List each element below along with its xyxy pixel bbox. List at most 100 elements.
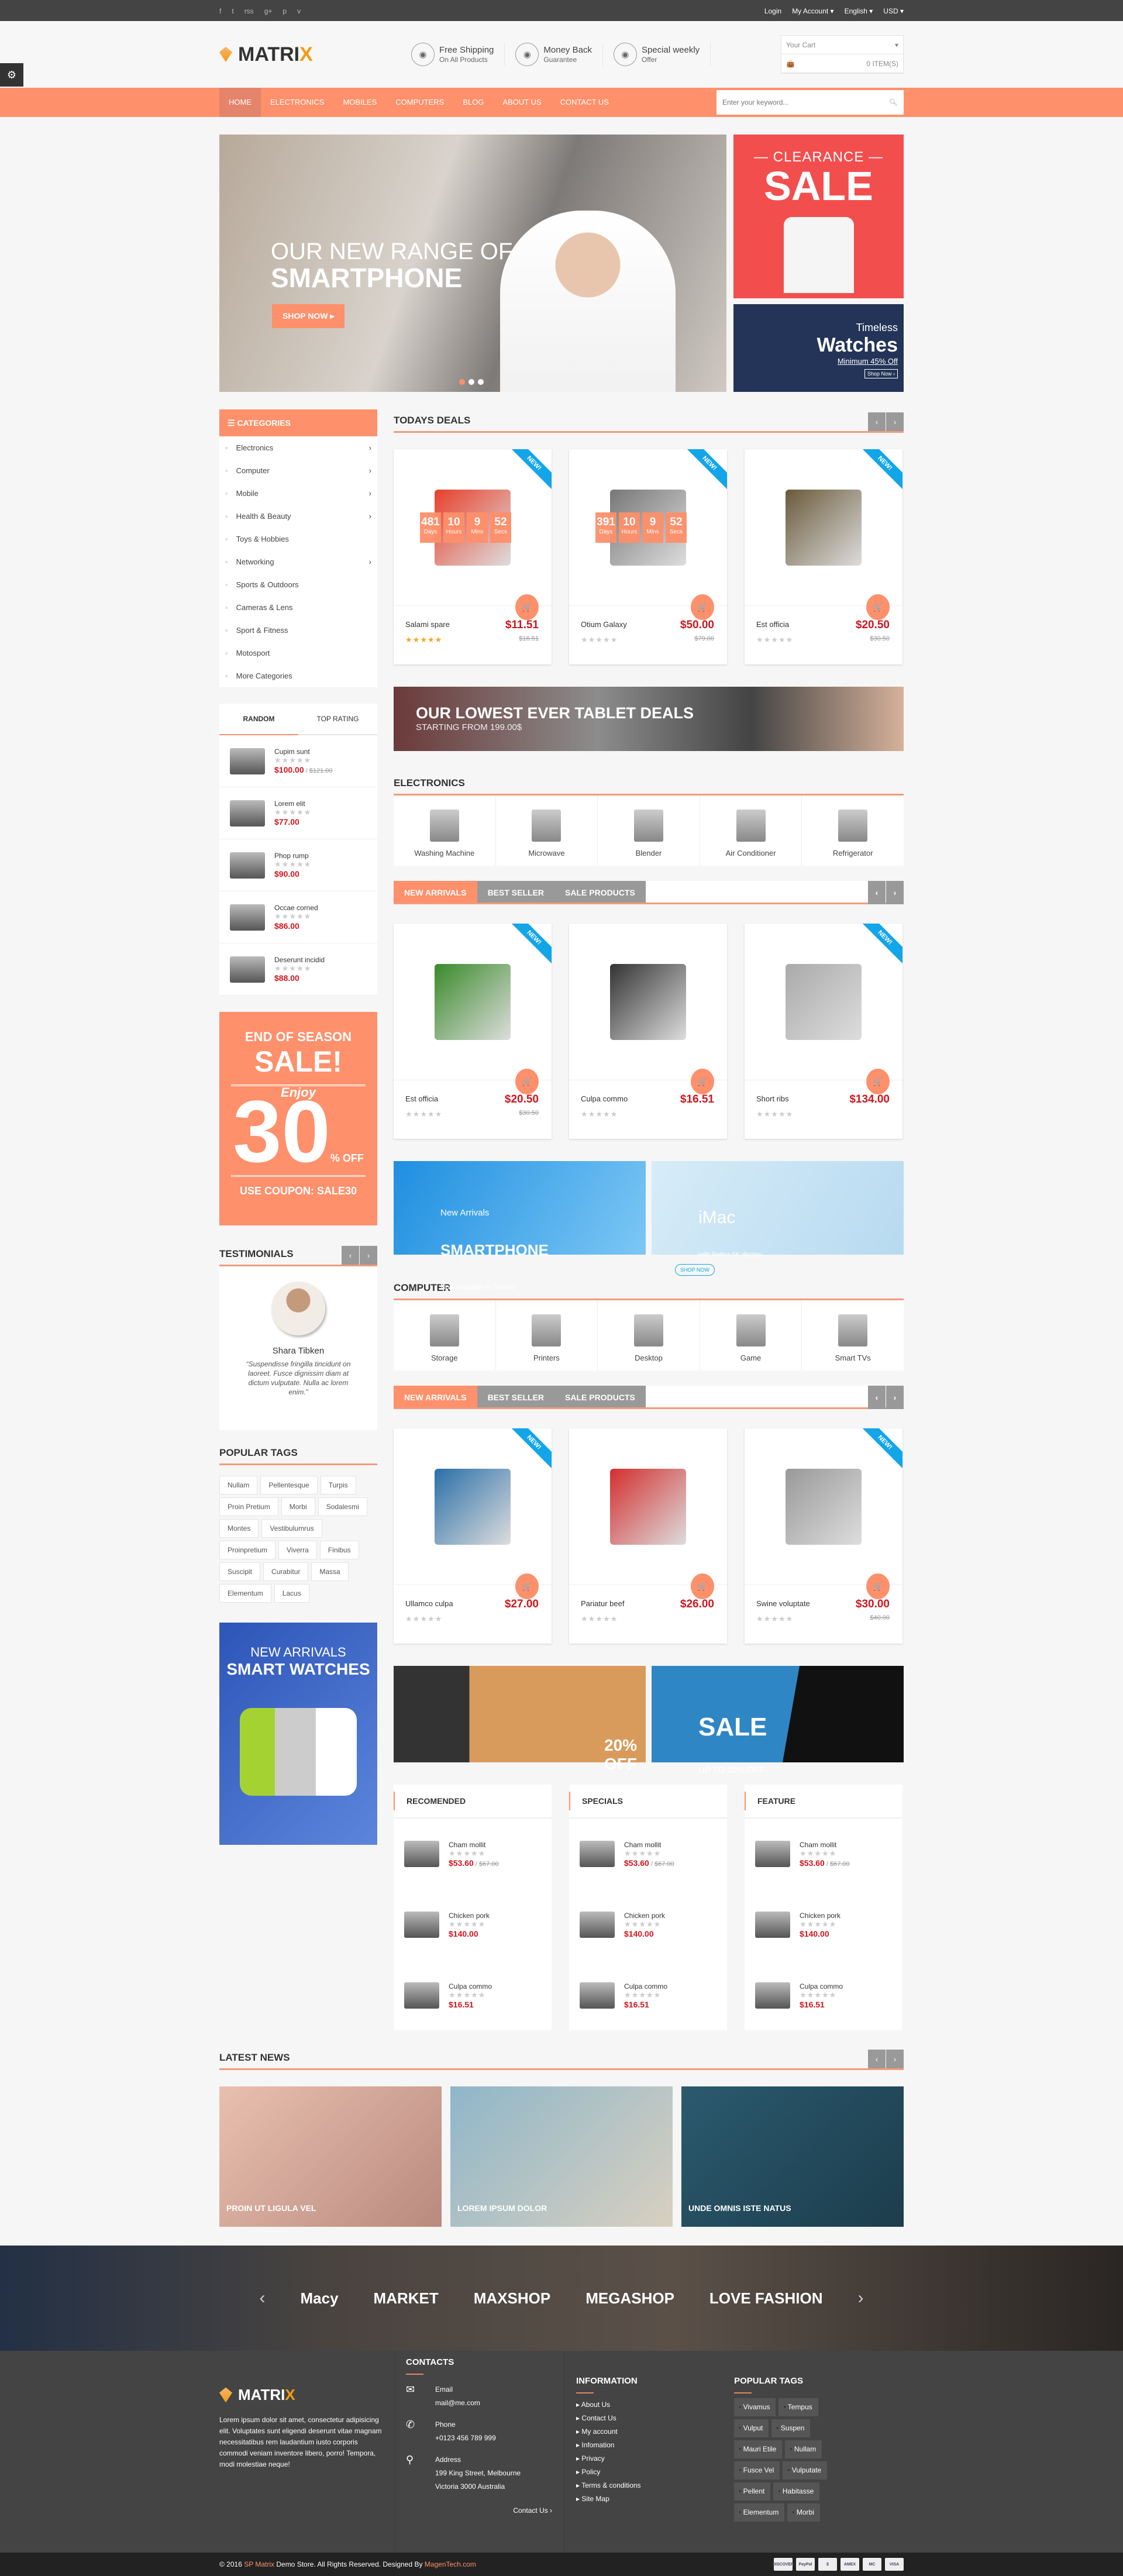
add-to-cart-button[interactable]: 🛒 (515, 1573, 539, 1599)
news-title[interactable]: PROIN UT LIGULA VEL (226, 2203, 316, 2213)
add-to-cart-button[interactable]: 🛒 (691, 1573, 714, 1599)
mini-product[interactable]: Phop rump ★★★★★ $90.00 (219, 839, 377, 891)
tag[interactable]: Finibus (319, 1541, 359, 1559)
product-name[interactable]: Salami spare (405, 620, 450, 629)
social-icon-rss[interactable]: rss (244, 7, 254, 15)
footer-tag[interactable]: Vulputate (783, 2461, 828, 2479)
social-icon-t[interactable]: t (232, 7, 233, 15)
product-name[interactable]: Lorem elit (274, 800, 311, 808)
product-card[interactable]: NEW! 🛒 Swine voluptate $30.00 $40.00 ★★★★★ (745, 1428, 902, 1644)
social-icon-p[interactable]: p (283, 7, 287, 15)
tab-random[interactable]: RANDOM (219, 704, 298, 735)
product-name[interactable]: Ullamco culpa (405, 1599, 453, 1608)
watches-banner[interactable]: Timeless Watches Minimum 45% Off Shop Now › (733, 304, 904, 392)
store-link[interactable]: SP Matrix (244, 2560, 274, 2568)
cart-summary[interactable]: 👜 0 ITEM(S) (781, 54, 903, 73)
footer-link[interactable]: About Us (576, 2398, 722, 2412)
product-name[interactable]: Culpa commo (624, 1982, 667, 1990)
designer-link[interactable]: MagenTech.com (425, 2560, 476, 2568)
product-name[interactable]: Est officia (756, 620, 789, 629)
product-name[interactable]: Culpa commo (581, 1094, 628, 1103)
footer-tag[interactable]: Mauri Etile (734, 2440, 783, 2458)
tag[interactable]: Lacus (274, 1584, 309, 1603)
category-tile[interactable]: Game (700, 1300, 802, 1370)
footer-link[interactable]: Privacy (576, 2452, 722, 2465)
tag[interactable]: Morbi (281, 1497, 315, 1516)
category-item[interactable]: Motosport (219, 642, 377, 664)
add-to-cart-button[interactable]: 🛒 (515, 594, 539, 620)
top-link[interactable]: Login (764, 7, 781, 15)
add-to-cart-button[interactable]: 🛒 (866, 1069, 890, 1094)
tag[interactable]: Curabitur (263, 1562, 309, 1581)
footer-tag[interactable]: Vulput (734, 2419, 769, 2437)
prev-arrow[interactable]: ‹ (868, 881, 886, 904)
news-title[interactable]: LOREM IPSUM DOLOR (457, 2203, 547, 2213)
tag[interactable]: Elementum (219, 1584, 271, 1603)
category-item[interactable]: Sports & Outdoors (219, 573, 377, 596)
footer-tag[interactable]: Elementum (734, 2503, 785, 2522)
tag[interactable]: Sodalesmi (318, 1497, 367, 1516)
prev-arrow[interactable]: ‹ (260, 2288, 266, 2308)
brand-logo[interactable]: Macy (301, 2289, 339, 2308)
category-tile[interactable]: Blender (598, 795, 700, 866)
product-image[interactable] (745, 924, 902, 1080)
category-item[interactable]: Health & Beauty › (219, 505, 377, 528)
footer-tag[interactable]: Suspen (771, 2419, 811, 2437)
tablet-deals-banner[interactable]: OUR LOWEST EVER TABLET DEALS STARTING FRO… (394, 687, 904, 751)
mini-product[interactable]: Chicken pork ★★★★★ $140.00 (569, 1889, 727, 1960)
tag[interactable]: Massa (311, 1562, 349, 1581)
nav-about-us[interactable]: ABOUT US (493, 88, 550, 117)
footer-tag[interactable]: Fusce Vel (734, 2461, 780, 2479)
search-input[interactable] (722, 98, 874, 106)
product-name[interactable]: Cham mollit (624, 1841, 674, 1849)
product-name[interactable]: Culpa commo (449, 1982, 492, 1990)
category-item[interactable]: Mobile › (219, 482, 377, 505)
category-tile[interactable]: Microwave (496, 795, 598, 866)
category-tile[interactable]: Refrigerator (802, 795, 904, 866)
product-name[interactable]: Chicken pork (800, 1912, 840, 1920)
prev-arrow[interactable]: ‹ (868, 412, 886, 431)
product-name[interactable]: Pariatur beef (581, 1599, 624, 1608)
product-card[interactable]: NEW! 🛒 Short ribs $134.00 ★★★★★ (745, 924, 902, 1139)
tag[interactable]: Suscipit (219, 1562, 261, 1581)
footer-logo[interactable]: MATRI X (219, 2386, 401, 2404)
product-name[interactable]: Swine voluptate (756, 1599, 810, 1608)
slider-dot[interactable] (478, 379, 484, 385)
product-name[interactable]: Chicken pork (449, 1912, 490, 1920)
footer-tag[interactable]: Vivamus (734, 2398, 776, 2416)
mini-product[interactable]: Chicken pork ★★★★★ $140.00 (394, 1889, 552, 1960)
tag[interactable]: Montes (219, 1519, 259, 1538)
mini-product[interactable]: Chicken pork ★★★★★ $140.00 (745, 1889, 902, 1960)
slider-dot[interactable] (469, 379, 474, 385)
category-tile[interactable]: Desktop (598, 1300, 700, 1370)
mini-product[interactable]: Cham mollit ★★★★★ $53.60 / $67.00 (745, 1819, 902, 1889)
tag[interactable]: Nullam (219, 1476, 258, 1494)
cart-header[interactable]: Your Cart ▾ (781, 36, 903, 54)
tag[interactable]: Viverra (278, 1541, 317, 1559)
add-to-cart-button[interactable]: 🛒 (691, 1069, 714, 1094)
mini-product[interactable]: Cham mollit ★★★★★ $53.60 / $67.00 (394, 1819, 552, 1889)
add-to-cart-button[interactable]: 🛒 (515, 1069, 539, 1094)
prev-arrow[interactable]: ‹ (342, 1246, 359, 1265)
product-name[interactable]: Short ribs (756, 1094, 789, 1103)
smart-watches-banner[interactable]: NEW ARRIVALS SMART WATCHES (219, 1623, 377, 1845)
next-arrow[interactable]: › (886, 881, 904, 904)
category-item[interactable]: Sport & Fitness (219, 619, 377, 642)
brand-logo[interactable]: MEGASHOP (585, 2289, 674, 2308)
watch-shop-now[interactable]: Shop Now › (864, 369, 898, 378)
category-tile[interactable]: Washing Machine (394, 795, 496, 866)
tab-best-seller[interactable]: BEST SELLER (477, 881, 555, 903)
nav-computers[interactable]: COMPUTERS (386, 88, 453, 117)
category-item[interactable]: Toys & Hobbies (219, 528, 377, 550)
product-card[interactable]: NEW! 🛒 Est officia $20.50 $30.50 ★★★★★ (745, 449, 902, 664)
product-name[interactable]: Chicken pork (624, 1912, 665, 1920)
product-image[interactable] (394, 1428, 552, 1585)
categories-header[interactable]: ☰ CATEGORIES (219, 409, 377, 436)
nav-blog[interactable]: BLOG (453, 88, 493, 117)
social-icon-f[interactable]: f (219, 7, 221, 15)
social-icon-g+[interactable]: g+ (264, 7, 273, 15)
clearance-sale-banner[interactable]: — CLEARANCE — SALE (733, 135, 904, 298)
product-image[interactable] (394, 924, 552, 1080)
imac-banner[interactable]: iMac with Retina 5K display SHOP NOW (652, 1161, 904, 1276)
brand-logo[interactable]: MAXSHOP (474, 2289, 550, 2308)
